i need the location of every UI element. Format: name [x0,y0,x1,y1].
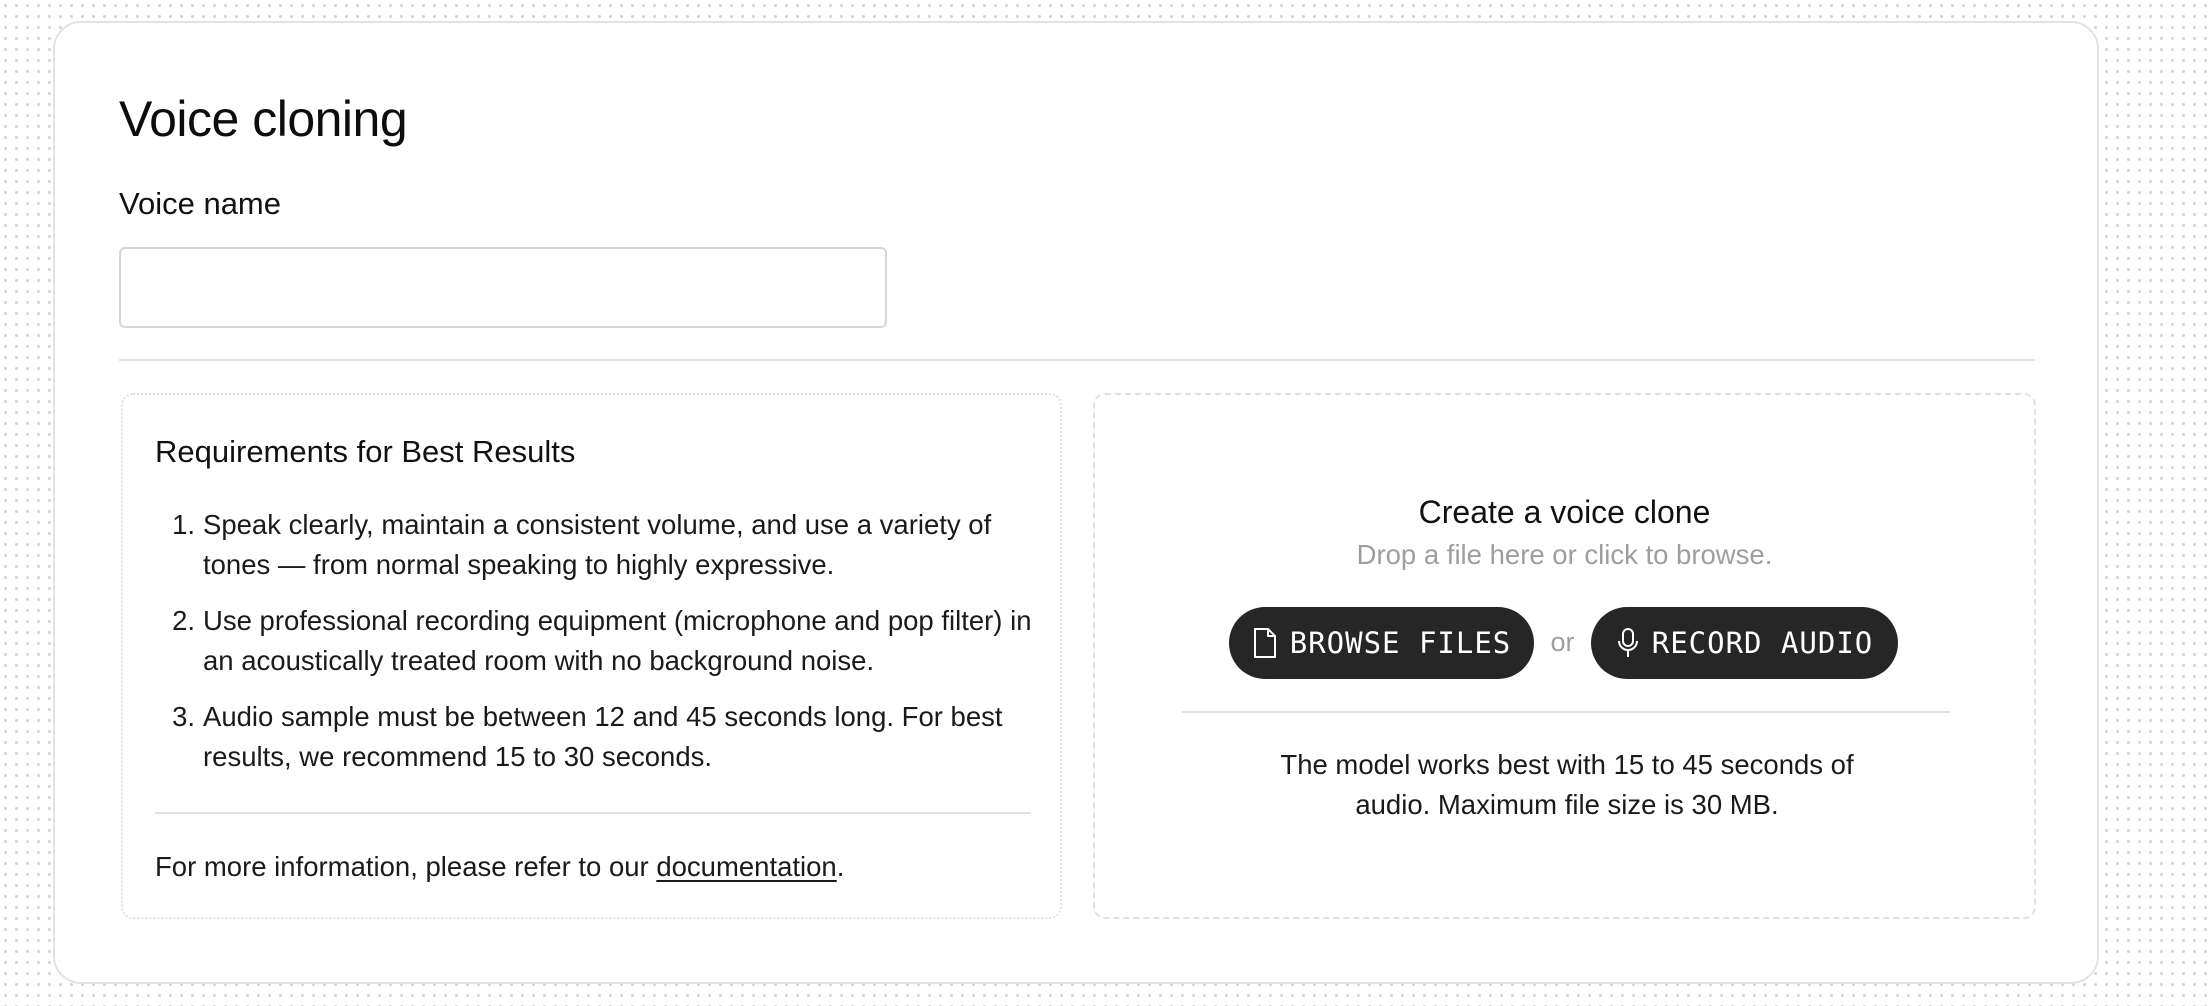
requirements-footer: For more information, please refer to ou… [155,847,844,887]
requirements-divider [155,812,1031,814]
browse-files-label: BROWSE FILES [1289,626,1512,660]
file-icon [1253,628,1276,658]
voice-name-label: Voice name [119,186,281,221]
upload-dropzone[interactable]: Create a voice clone Drop a file here or… [1093,393,2036,919]
requirement-text: Audio sample must be between 12 and 45 s… [203,701,1003,772]
requirement-item: 1. Speak clearly, maintain a consistent … [155,505,1035,585]
upload-title: Create a voice clone [1418,494,1711,530]
requirement-item: 2. Use professional recording equipment … [155,601,1035,681]
requirement-number: 3. [172,701,195,732]
voice-name-input[interactable] [119,247,887,328]
requirement-number: 2. [172,605,195,636]
record-audio-button[interactable]: RECORD AUDIO [1591,607,1898,679]
upload-subtitle: Drop a file here or click to browse. [1356,539,1773,570]
upload-divider [1182,711,1950,713]
footer-prefix: For more information, please refer to ou… [155,851,657,882]
page-title: Voice cloning [119,91,408,147]
browse-files-button[interactable]: BROWSE FILES [1229,607,1534,679]
section-divider [119,359,2035,361]
documentation-link[interactable]: documentation [656,851,836,882]
microphone-icon [1617,628,1638,657]
record-audio-label: RECORD AUDIO [1651,626,1874,660]
requirement-text: Use professional recording equipment (mi… [203,605,1032,676]
requirement-item: 3. Audio sample must be between 12 and 4… [155,697,1035,777]
requirements-list: 1. Speak clearly, maintain a consistent … [155,505,1035,793]
requirement-text: Speak clearly, maintain a consistent vol… [203,509,992,580]
requirements-title: Requirements for Best Results [155,434,576,469]
upload-note: The model works best with 15 to 45 secon… [1280,749,1854,820]
voice-cloning-card: Voice cloning Voice name Requirements fo… [53,21,2099,984]
requirement-number: 1. [172,509,195,540]
requirements-panel: Requirements for Best Results 1. Speak c… [121,393,1062,919]
footer-suffix: . [836,851,845,882]
or-separator: or [1550,627,1575,657]
